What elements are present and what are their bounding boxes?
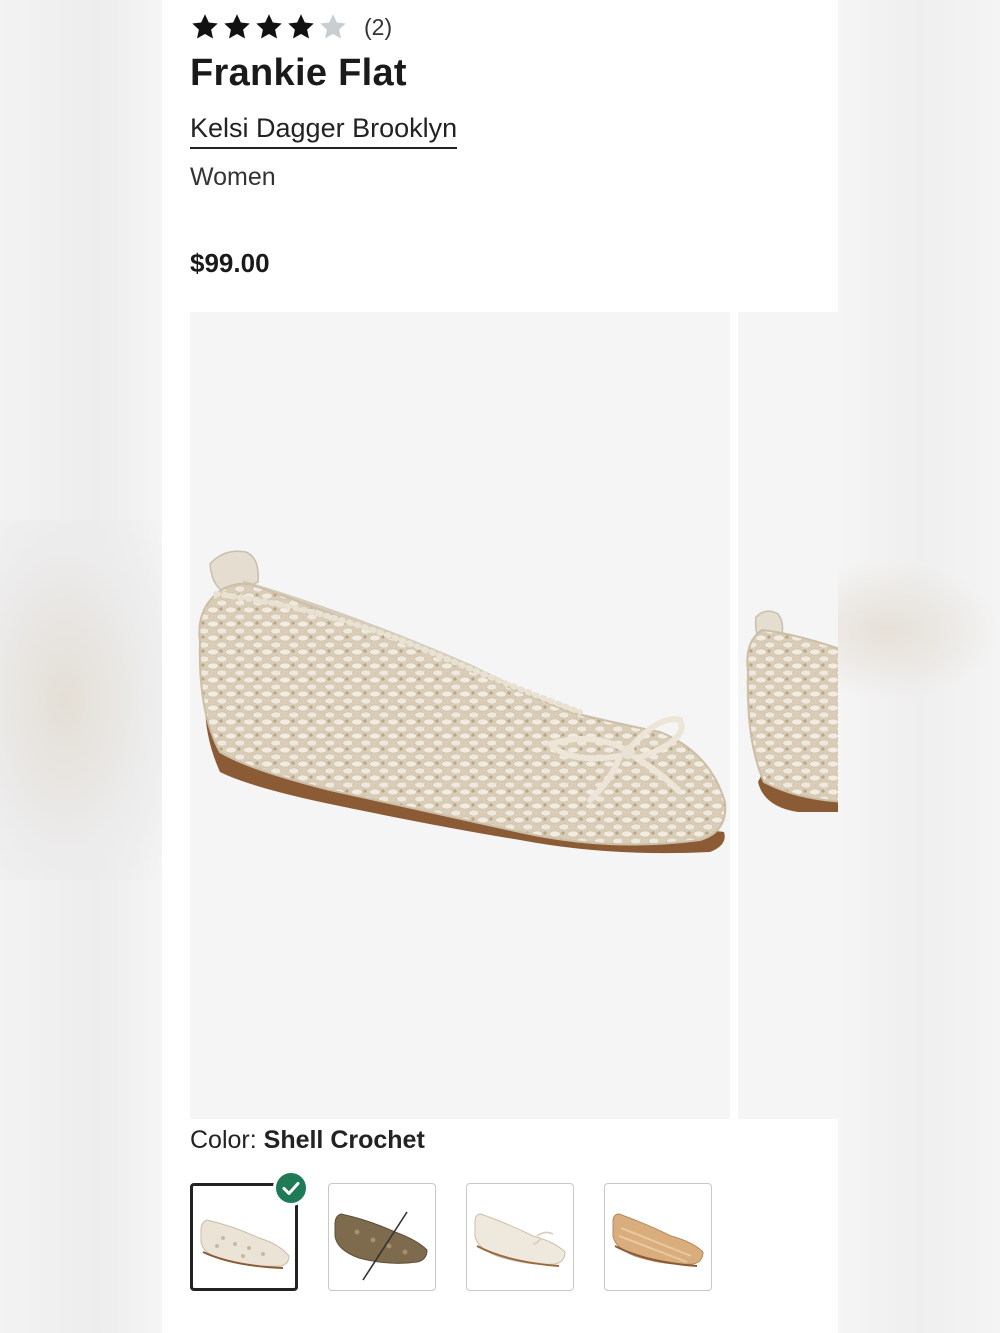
star-rating: [190, 12, 348, 42]
star-empty-icon: [320, 14, 346, 39]
swatch-brown-crochet-unavailable[interactable]: [328, 1183, 436, 1291]
selected-check-icon: [273, 1170, 309, 1206]
star-filled-icon: [256, 14, 282, 39]
rating-row[interactable]: (2): [190, 10, 392, 44]
swatch-cream-stripe[interactable]: [466, 1183, 574, 1291]
selected-color-name: Shell Crochet: [263, 1126, 425, 1154]
product-page: (2) Frankie Flat Kelsi Dagger Brooklyn W…: [162, 0, 838, 1333]
product-category: Women: [190, 163, 276, 191]
shoe-tan-stripe-icon: [612, 1213, 704, 1267]
star-filled-icon: [192, 14, 218, 39]
color-selection-label: Color: Shell Crochet: [190, 1126, 425, 1155]
blurred-backdrop-right: [838, 0, 1000, 1333]
swatch-tan-stripe[interactable]: [604, 1183, 712, 1291]
color-label: Color:: [190, 1126, 257, 1154]
swatch-shell-crochet[interactable]: [190, 1170, 309, 1291]
star-filled-icon: [288, 14, 314, 39]
product-image-main[interactable]: [190, 312, 730, 1119]
product-price: $99.00: [190, 248, 270, 278]
brand-link[interactable]: Kelsi Dagger Brooklyn: [190, 113, 458, 149]
crochet-flat-shoe-image: [198, 550, 727, 854]
color-swatch-list: [190, 1170, 712, 1291]
review-count[interactable]: (2): [364, 14, 392, 41]
image-carousel[interactable]: [190, 312, 838, 1119]
shoe-brown-crochet-icon: [334, 1211, 428, 1281]
product-title: Frankie Flat: [190, 52, 407, 94]
shoe-cream-stripe-icon: [474, 1213, 566, 1267]
blurred-backdrop-left: [0, 0, 162, 1333]
product-image-next[interactable]: [738, 312, 838, 1119]
star-filled-icon: [224, 14, 250, 39]
crochet-flat-shoe-back-image: [746, 610, 838, 812]
